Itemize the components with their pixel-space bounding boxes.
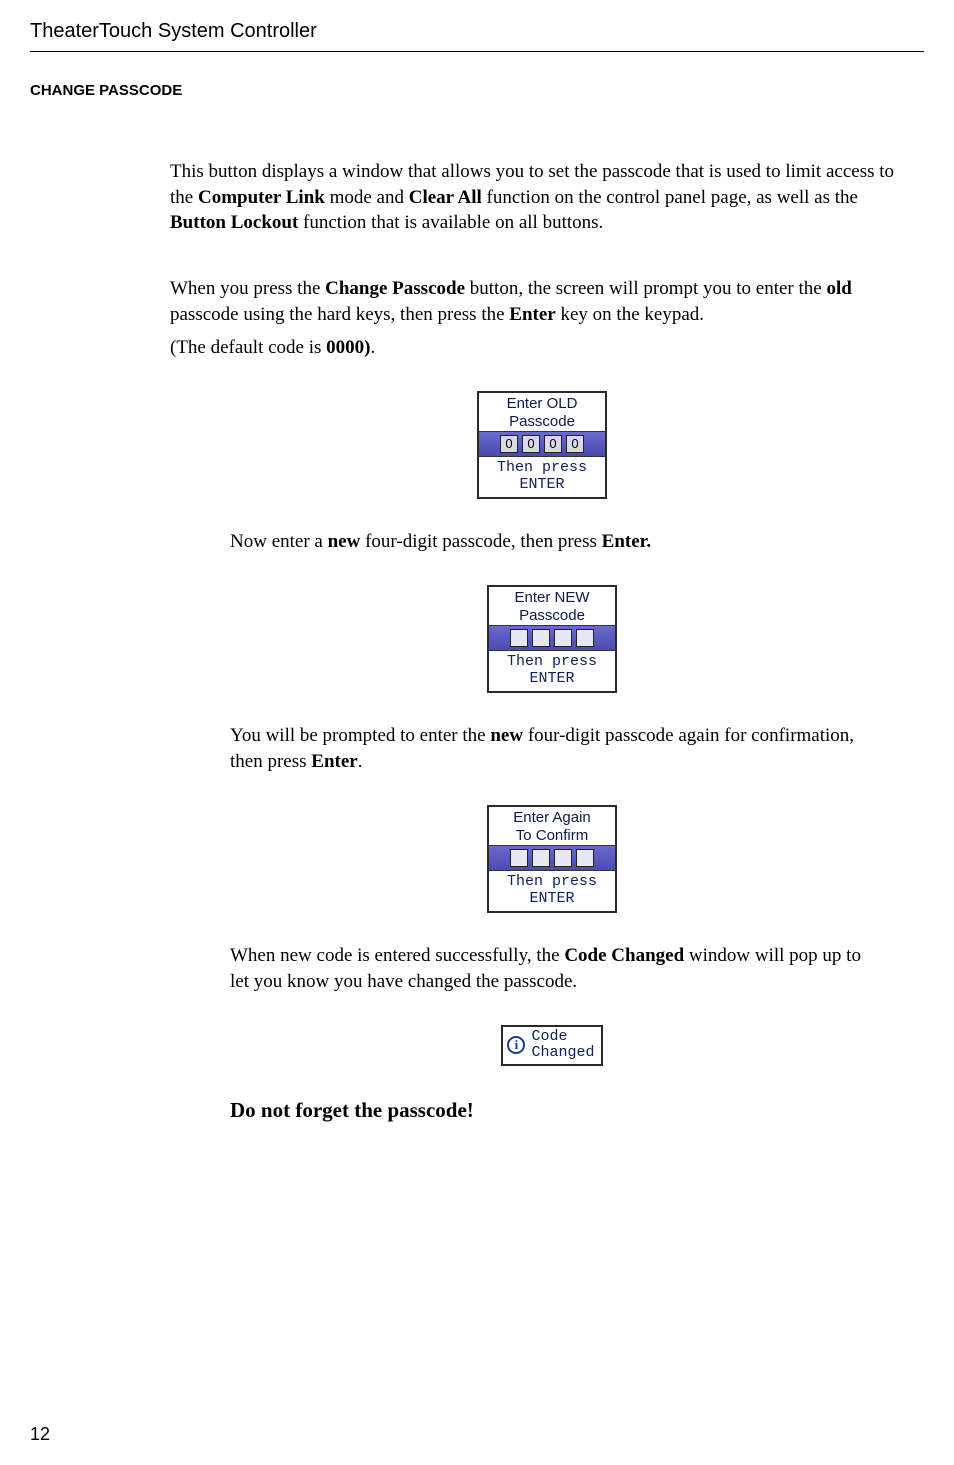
- info-text: Code Changed: [531, 1029, 594, 1062]
- digit-box: [532, 849, 550, 867]
- paragraph-intro: This button displays a window that allow…: [170, 159, 914, 236]
- term-enter: Enter: [509, 304, 555, 325]
- lcd-bottom-line1: Then press: [491, 873, 613, 890]
- digit-box: 0: [522, 435, 540, 453]
- paragraph-confirm: You will be prompted to enter the new fo…: [230, 723, 874, 774]
- info-code-changed: i Code Changed: [230, 1025, 874, 1066]
- lcd-digits-row: 0 0 0 0: [479, 431, 605, 457]
- digit-box: [510, 629, 528, 647]
- lcd-bottom-line1: Then press: [491, 653, 613, 670]
- lcd-bottom-line1: Then press: [481, 459, 603, 476]
- lcd-bottom-line2: ENTER: [491, 890, 613, 907]
- paragraph-enter-new: Now enter a new four-digit passcode, the…: [230, 529, 874, 555]
- term-clear-all: Clear All: [409, 187, 482, 208]
- info-line2: Changed: [531, 1045, 594, 1062]
- text: key on the keypad.: [556, 304, 704, 325]
- term-enter: Enter: [311, 751, 357, 772]
- digit-box: [576, 629, 594, 647]
- lcd-footer: Then press ENTER: [489, 651, 615, 692]
- paragraph-success: When new code is entered successfully, t…: [230, 943, 874, 994]
- text: You will be prompted to enter the: [230, 725, 490, 746]
- paragraph-default-code: (The default code is 0000).: [170, 335, 914, 361]
- paragraph-prompt-old: When you press the Change Passcode butto…: [170, 276, 914, 327]
- running-header: TheaterTouch System Controller: [30, 20, 924, 52]
- page-number: 12: [30, 1424, 50, 1445]
- digit-box: [554, 629, 572, 647]
- lcd-header: Enter Again To Confirm: [489, 807, 615, 845]
- lcd-header: Enter NEW Passcode: [489, 587, 615, 625]
- text: When new code is entered successfully, t…: [230, 945, 564, 966]
- lcd-line2: To Confirm: [491, 827, 613, 845]
- term-default-code: 0000): [326, 337, 370, 358]
- text: Now enter a: [230, 531, 328, 552]
- term-enter: Enter.: [602, 531, 651, 552]
- lcd-line1: Enter OLD: [481, 395, 603, 413]
- lcd-confirm: Enter Again To Confirm Then press ENTER: [230, 805, 874, 914]
- content-area: This button displays a window that allow…: [170, 159, 914, 1124]
- term-new: new: [490, 725, 523, 746]
- lcd-line2: Passcode: [491, 607, 613, 625]
- digit-box: 0: [544, 435, 562, 453]
- lcd-footer: Then press ENTER: [479, 457, 605, 498]
- term-computer-link: Computer Link: [198, 187, 325, 208]
- lcd-enter-old: Enter OLD Passcode 0 0 0 0 Then press EN…: [170, 391, 914, 500]
- term-code-changed: Code Changed: [564, 945, 684, 966]
- lcd-screen: Enter Again To Confirm Then press ENTER: [487, 805, 617, 914]
- lcd-bottom-line2: ENTER: [491, 670, 613, 687]
- term-old: old: [826, 278, 851, 299]
- text: When you press the: [170, 278, 325, 299]
- lcd-bottom-line2: ENTER: [481, 476, 603, 493]
- digit-box: 0: [566, 435, 584, 453]
- lcd-digits-row: [489, 625, 615, 651]
- info-popup: i Code Changed: [501, 1025, 602, 1066]
- text: .: [370, 337, 375, 358]
- lcd-line1: Enter NEW: [491, 589, 613, 607]
- lcd-enter-new: Enter NEW Passcode Then press ENTER: [230, 585, 874, 694]
- digit-box: [510, 849, 528, 867]
- section-heading: CHANGE PASSCODE: [30, 82, 924, 99]
- digit-box: [576, 849, 594, 867]
- info-icon: i: [507, 1036, 525, 1054]
- text: button, the screen will prompt you to en…: [465, 278, 826, 299]
- text: function on the control panel page, as w…: [482, 187, 858, 208]
- text: passcode using the hard keys, then press…: [170, 304, 509, 325]
- text: four-digit passcode, then press: [360, 531, 601, 552]
- text: mode and: [325, 187, 409, 208]
- lcd-line2: Passcode: [481, 413, 603, 431]
- lcd-footer: Then press ENTER: [489, 871, 615, 912]
- text: function that is available on all button…: [298, 212, 603, 233]
- text: .: [358, 751, 363, 772]
- text: (The default code is: [170, 337, 326, 358]
- term-change-passcode: Change Passcode: [325, 278, 465, 299]
- lcd-screen: Enter NEW Passcode Then press ENTER: [487, 585, 617, 694]
- term-new: new: [328, 531, 361, 552]
- info-line1: Code: [531, 1029, 594, 1046]
- warning-do-not-forget: Do not forget the passcode!: [230, 1096, 874, 1124]
- digit-box: [554, 849, 572, 867]
- lcd-digits-row: [489, 845, 615, 871]
- lcd-screen: Enter OLD Passcode 0 0 0 0 Then press EN…: [477, 391, 607, 500]
- digit-box: 0: [500, 435, 518, 453]
- digit-box: [532, 629, 550, 647]
- lcd-line1: Enter Again: [491, 809, 613, 827]
- term-button-lockout: Button Lockout: [170, 212, 298, 233]
- lcd-header: Enter OLD Passcode: [479, 393, 605, 431]
